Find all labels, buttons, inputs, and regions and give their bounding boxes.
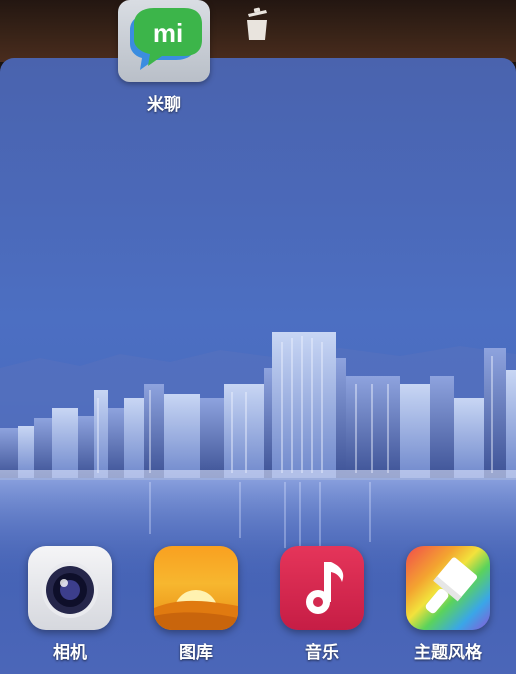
dock-label-gallery: 图库 [179,643,213,663]
trash-icon[interactable] [242,6,272,42]
dock-app-music[interactable] [280,546,364,630]
mi-chat-icon: mi [130,8,202,70]
dragged-app-mitalk[interactable]: mi [118,0,210,82]
mi-badge-text: mi [153,18,183,48]
dock-app-gallery[interactable] [154,546,238,630]
dragged-app-label: 米聊 [147,95,181,115]
theme-brush-icon [425,557,478,614]
gallery-icon [154,590,238,630]
dock-label-theme: 主题风格 [414,643,482,663]
music-icon [306,562,344,614]
dock-app-camera[interactable] [28,546,112,630]
dock-label-camera: 相机 [53,643,87,663]
dock-label-music: 音乐 [305,643,339,663]
camera-icon [42,562,98,618]
dock-app-theme[interactable] [406,546,490,630]
